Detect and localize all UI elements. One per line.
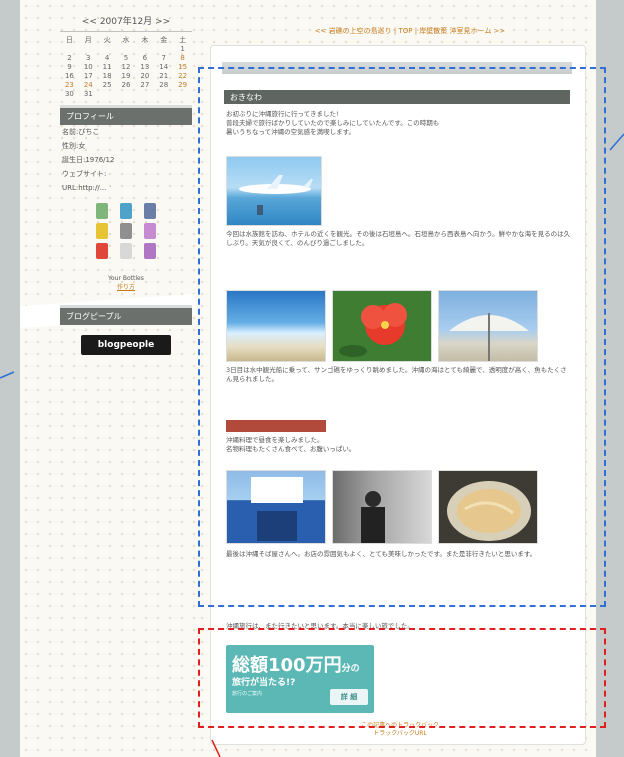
annotation-lines [0, 133, 624, 757]
